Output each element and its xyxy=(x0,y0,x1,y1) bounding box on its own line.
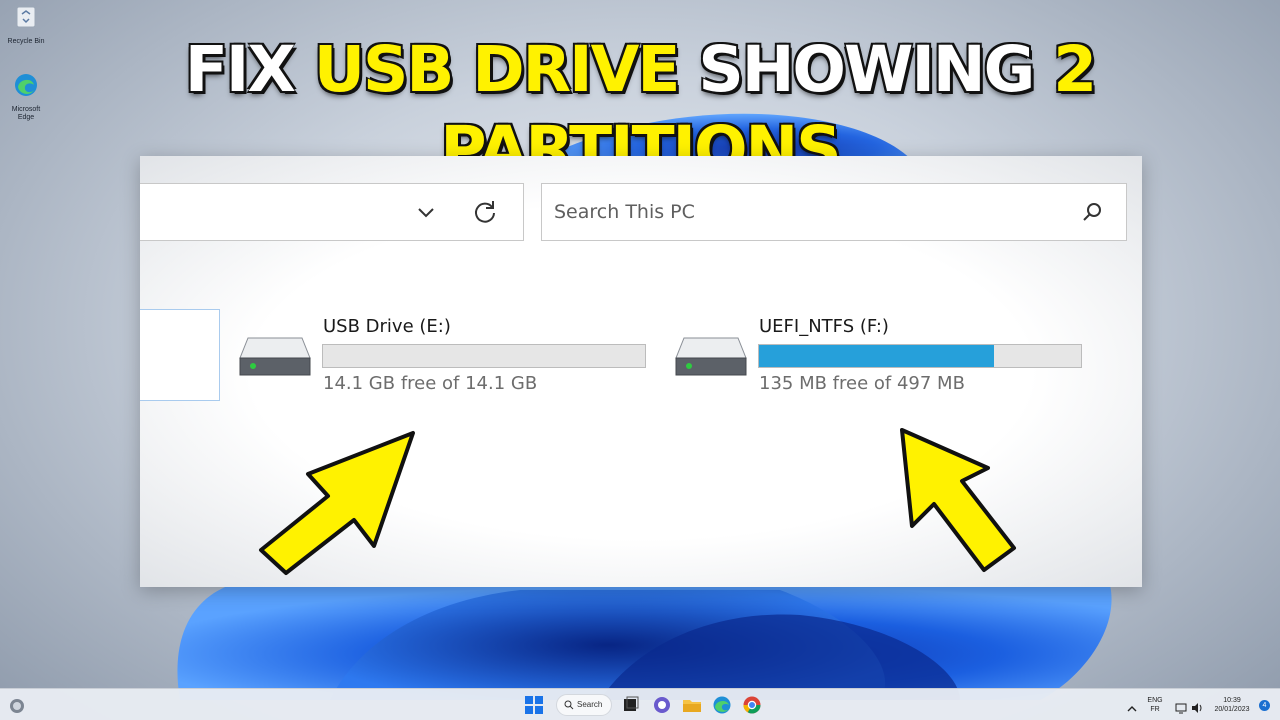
recycle-bin-icon xyxy=(16,6,36,28)
yellow-arrow-right xyxy=(900,428,1016,572)
language-indicator[interactable]: ENG FR xyxy=(1144,696,1166,714)
chevron-up-icon[interactable] xyxy=(1126,699,1138,719)
search-icon[interactable] xyxy=(1080,201,1104,225)
clock-date: 20/01/2023 xyxy=(1214,706,1250,713)
edge-icon[interactable] xyxy=(712,695,732,715)
taskbar-search[interactable]: Search xyxy=(556,694,612,716)
headline-fix: FIX xyxy=(184,33,314,106)
task-view-icon[interactable] xyxy=(622,695,640,715)
search-icon xyxy=(564,700,574,710)
language-top: ENG xyxy=(1147,697,1163,704)
headline-showing: SHOWING xyxy=(678,33,1054,106)
drive-usage-fill xyxy=(759,345,995,367)
chat-icon[interactable] xyxy=(652,695,672,715)
drive-uefi-ntfs-f[interactable]: UEFI_NTFS (F:) 135 MB free of 497 MB xyxy=(674,316,1094,396)
drive-icon xyxy=(675,337,747,376)
notification-badge[interactable]: 4 xyxy=(1259,700,1270,711)
file-explorer-icon[interactable] xyxy=(682,695,702,715)
yellow-arrow-left xyxy=(259,431,415,575)
drive-icon xyxy=(239,337,311,376)
language-bottom: FR xyxy=(1150,706,1160,713)
drive-name: USB Drive (E:) xyxy=(323,316,451,337)
drive-usage-bar xyxy=(758,344,1082,368)
drive-usb-e[interactable]: USB Drive (E:) 14.1 GB free of 14.1 GB xyxy=(238,316,658,396)
taskbar-search-label: Search xyxy=(577,700,603,709)
search-input[interactable] xyxy=(554,196,1054,228)
drive-tile-partial[interactable] xyxy=(140,309,220,401)
search-box[interactable] xyxy=(541,183,1127,241)
clock[interactable]: 10:39 20/01/2023 xyxy=(1208,696,1256,714)
taskbar: Search ENG FR 10:39 20/01/2023 4 xyxy=(0,688,1280,720)
drive-name: UEFI_NTFS (F:) xyxy=(759,316,889,337)
drive-free-space: 14.1 GB free of 14.1 GB xyxy=(323,373,538,394)
chevron-down-icon[interactable] xyxy=(413,199,439,225)
chrome-icon[interactable] xyxy=(742,695,762,715)
drive-free-space: 135 MB free of 497 MB xyxy=(759,373,965,394)
refresh-icon[interactable] xyxy=(471,198,499,226)
volume-icon[interactable] xyxy=(1190,698,1204,718)
network-icon[interactable] xyxy=(1174,698,1188,718)
file-explorer-window: USB Drive (E:) 14.1 GB free of 14.1 GB U… xyxy=(140,156,1142,587)
address-bar[interactable] xyxy=(140,183,524,241)
start-icon[interactable] xyxy=(524,695,544,715)
clock-time: 10:39 xyxy=(1223,697,1241,704)
widgets-icon[interactable] xyxy=(8,696,26,716)
drive-usage-bar xyxy=(322,344,646,368)
headline-usb-drive: USB DRIVE xyxy=(313,33,681,106)
